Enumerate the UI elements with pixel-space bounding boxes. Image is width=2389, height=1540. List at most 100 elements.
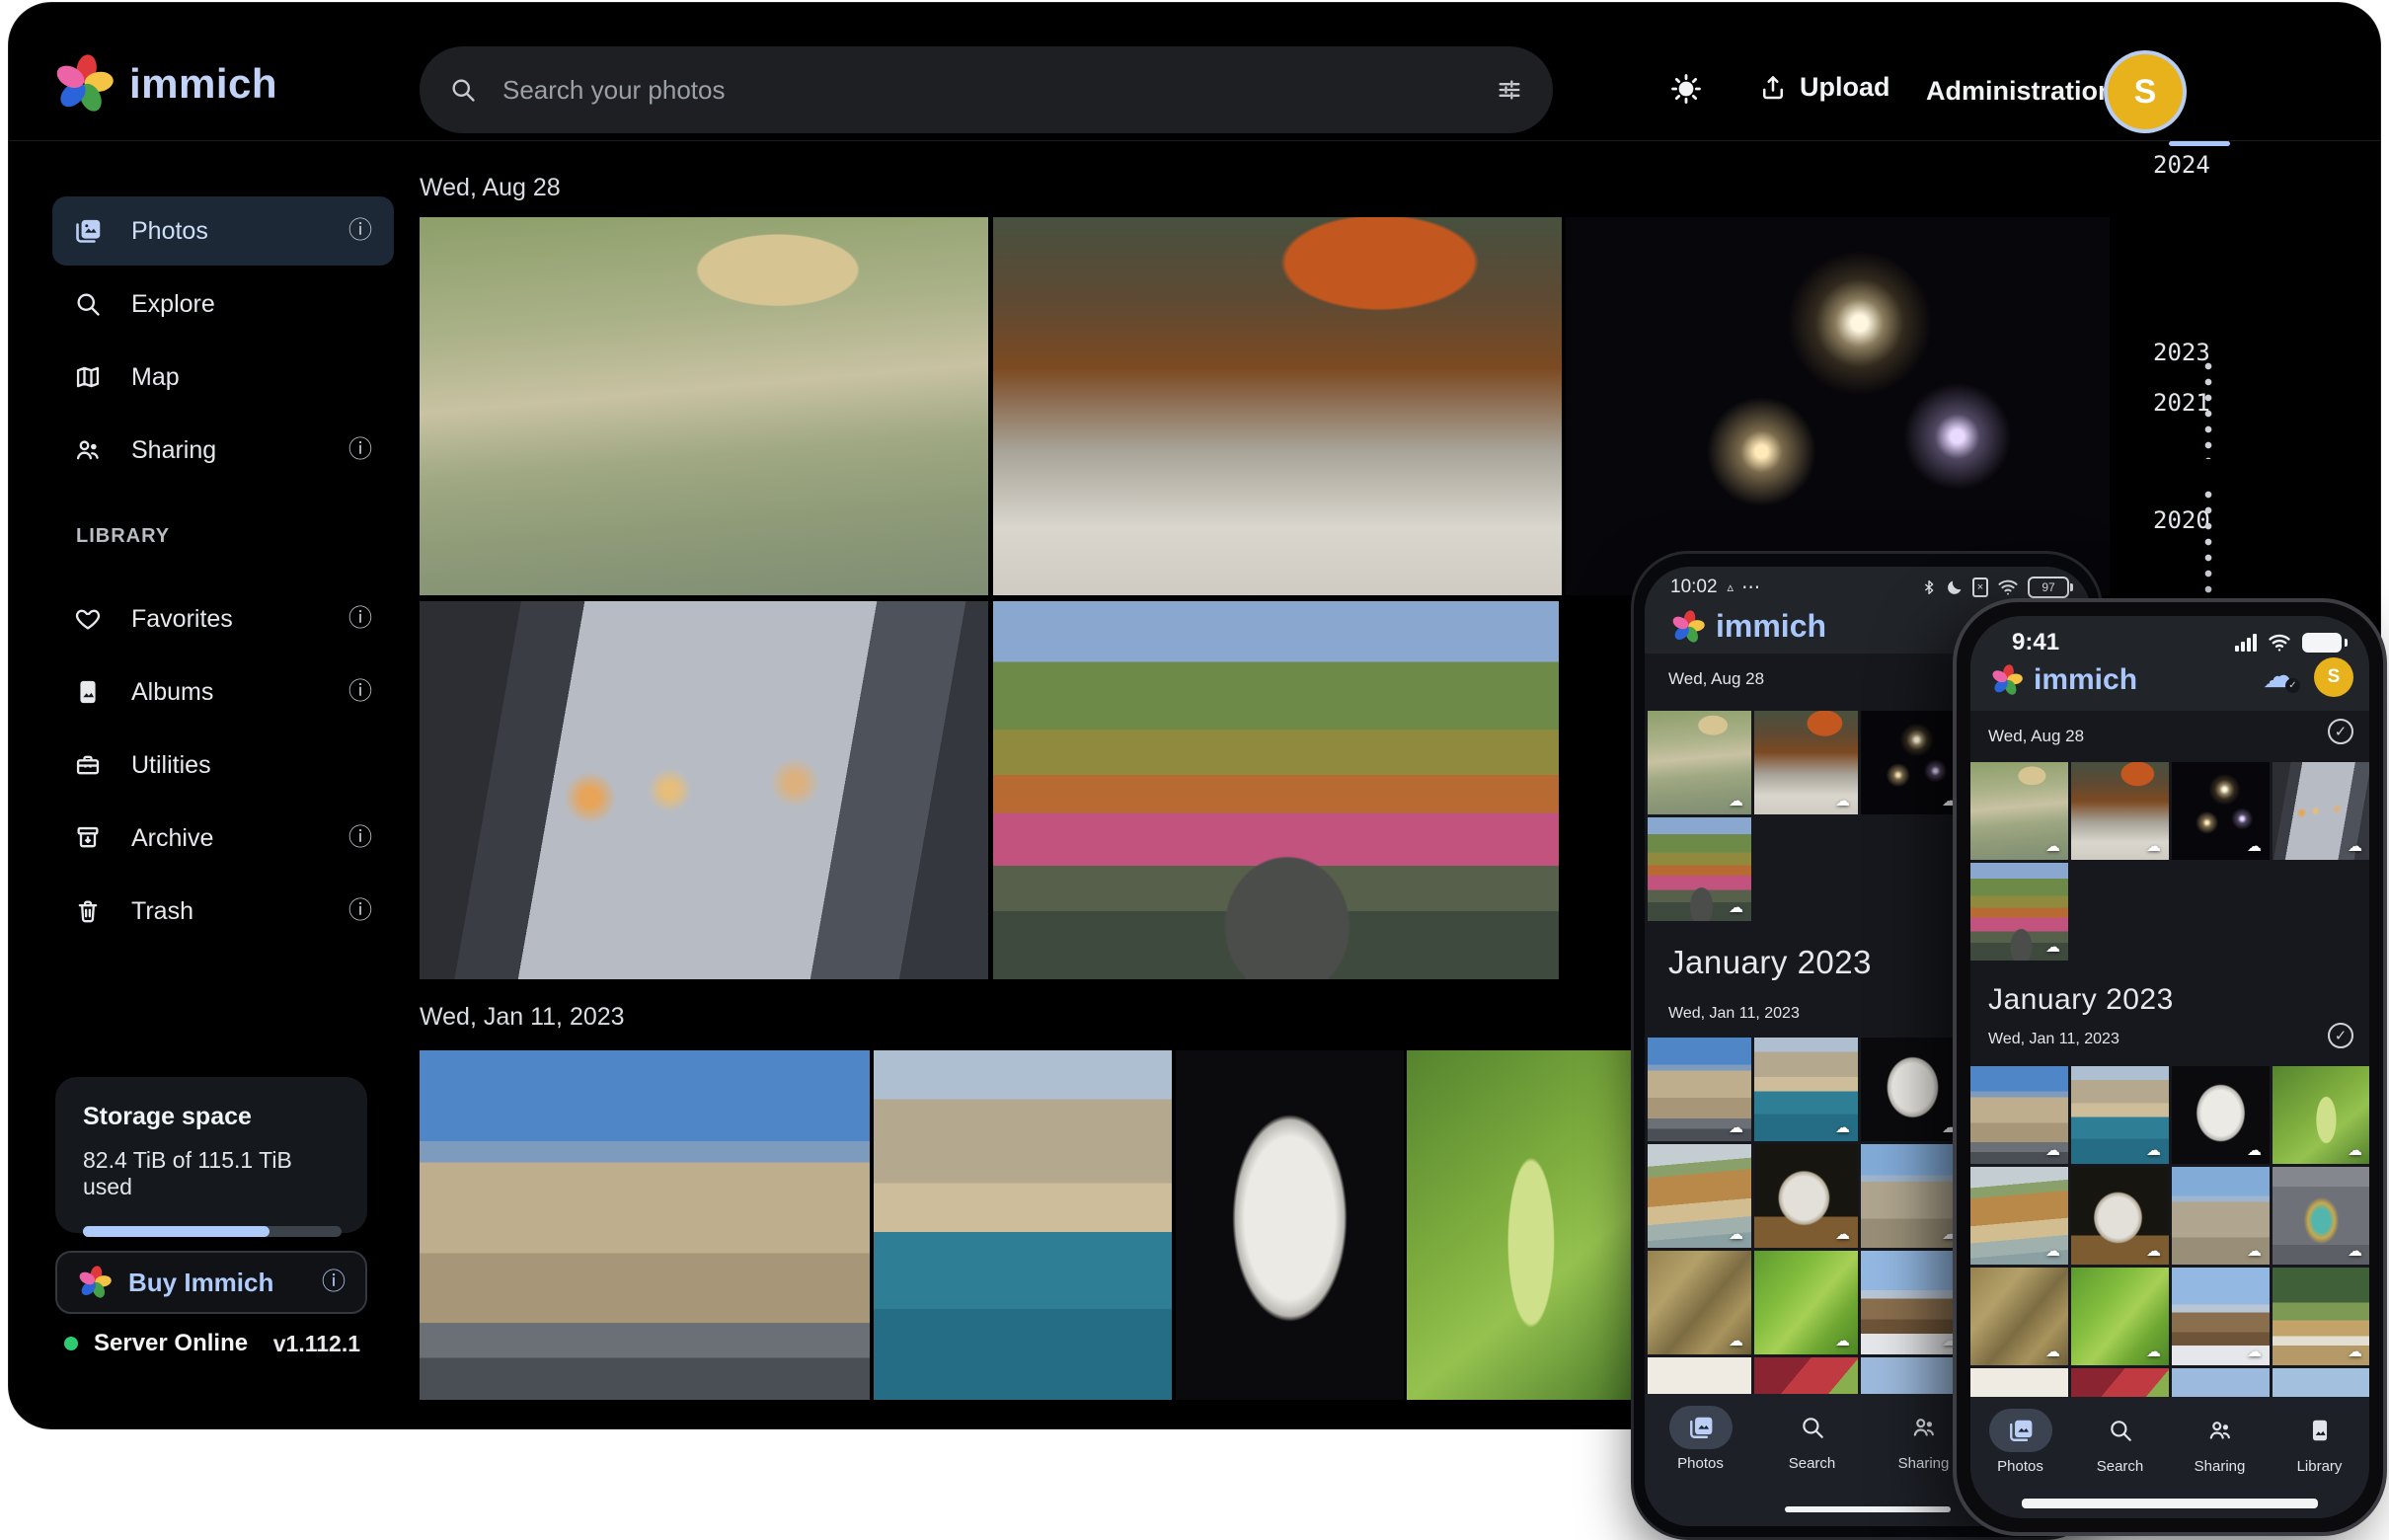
nav-photos[interactable]: Photos	[1669, 1394, 1733, 1472]
month-header: January 2023	[1668, 944, 1872, 981]
photo-winter-church[interactable]: ☁	[1861, 1251, 1965, 1354]
photo-garden-path[interactable]	[993, 601, 1559, 979]
photo-holding-hands[interactable]	[420, 601, 988, 979]
nav-sharing[interactable]: Sharing	[2189, 1397, 2252, 1475]
photo-monkeys[interactable]: ☁	[1970, 762, 2068, 860]
timeline-year[interactable]: 2024	[2153, 151, 2210, 179]
wifi-icon	[2267, 633, 2292, 653]
photo-monkeys[interactable]: ☁	[1648, 711, 1751, 814]
nav-photos[interactable]: Photos	[1989, 1397, 2052, 1475]
select-day-check-icon[interactable]: ✓	[2328, 1023, 2353, 1048]
sidebar-label: Albums	[131, 678, 319, 707]
cloud-icon: ☁	[2045, 1244, 2060, 1259]
sidebar-item-explore[interactable]: Explore	[52, 270, 394, 339]
photo-holding-hands[interactable]: ☁	[2273, 762, 2369, 860]
sidebar-item-photos[interactable]: Photos ⓘ	[52, 196, 394, 266]
backup-cloud-button[interactable]: ☁✓	[2261, 661, 2298, 691]
photo-lizard-moss[interactable]: ☁	[1754, 1251, 1858, 1354]
immich-logo[interactable]: immich	[52, 52, 277, 116]
date-group-header: Wed, Jan 11, 2023	[1668, 1005, 1800, 1023]
photo-coastal-town[interactable]	[874, 1050, 1172, 1400]
photo-coastal-town[interactable]: ☁	[2071, 1066, 2169, 1164]
photo-sea-grapes[interactable]	[1407, 1050, 1633, 1400]
photo-coastal-town[interactable]: ☁	[1754, 1038, 1858, 1141]
sidebar-item-utilities[interactable]: Utilities	[52, 731, 394, 800]
nav-library[interactable]: Library	[2288, 1397, 2351, 1475]
photo-lizard-moss[interactable]: ☁	[2071, 1268, 2169, 1365]
photo-dinner-table[interactable]: ☁	[1754, 711, 1858, 814]
sidebar-label: Explore	[131, 290, 372, 319]
android-immich-logo: immich	[1670, 608, 1826, 645]
info-icon[interactable]: ⓘ	[348, 680, 372, 704]
info-icon[interactable]: ⓘ	[348, 607, 372, 631]
cloud-icon: ☁	[2045, 940, 2060, 955]
timeline-position-indicator	[2169, 141, 2230, 146]
sidebar-item-archive[interactable]: Archive ⓘ	[52, 804, 394, 873]
server-status-label: Server Online	[94, 1330, 258, 1357]
bluetooth-icon	[1921, 578, 1937, 597]
photo-stone-carving[interactable]: ☁	[2071, 1167, 2169, 1265]
upload-button[interactable]: Upload	[1758, 72, 1890, 103]
photo-winter-church[interactable]: ☁	[2172, 1268, 2270, 1365]
cloud-icon: ☁	[2247, 839, 2262, 854]
photo-marble-bust[interactable]: ☁	[2172, 1066, 2270, 1164]
administration-link[interactable]: Administration	[1926, 76, 2115, 107]
storage-progress-fill	[83, 1226, 270, 1237]
search-filter-button[interactable]	[1496, 76, 1523, 104]
photo-garden-path[interactable]: ☁	[1970, 863, 2068, 961]
sidebar-item-trash[interactable]: Trash ⓘ	[52, 877, 394, 946]
photo-fortress-ruins[interactable]: ☁	[1861, 1144, 1965, 1248]
iphone-photo-grid: ☁ ☁ ☁ ☁ ☁	[1970, 762, 2369, 961]
photo-cliff-beach[interactable]: ☁	[1970, 1167, 2068, 1265]
photo-monkeys[interactable]	[420, 217, 988, 595]
photo-cliff-beach[interactable]: ☁	[1648, 1144, 1751, 1248]
search-icon	[449, 76, 477, 104]
photo-marble-bust[interactable]	[1176, 1050, 1404, 1400]
nav-search[interactable]: Search	[1781, 1394, 1844, 1472]
date-group-header: Wed, Aug 28	[1988, 727, 2084, 746]
storage-card: Storage space 82.4 TiB of 115.1 TiB used	[55, 1077, 367, 1233]
info-icon[interactable]: ⓘ	[348, 899, 372, 923]
cloud-icon: ☁	[2348, 1244, 2362, 1259]
sidebar-item-albums[interactable]: Albums ⓘ	[52, 657, 394, 727]
search-input[interactable]	[502, 75, 1470, 106]
sidebar-item-sharing[interactable]: Sharing ⓘ	[52, 416, 394, 485]
photo-centerpiece[interactable]: ☁	[2273, 1167, 2369, 1265]
nav-label: Sharing	[1898, 1455, 1950, 1472]
photo-lizard-ground[interactable]: ☁	[1970, 1268, 2068, 1365]
month-header: January 2023	[1988, 983, 2174, 1017]
home-indicator[interactable]	[1785, 1506, 1951, 1512]
cloud-icon: ☁	[1729, 794, 1743, 808]
photo-fortress[interactable]: ☁	[1648, 1038, 1751, 1141]
photo-fortress[interactable]	[420, 1050, 870, 1400]
select-day-check-icon[interactable]: ✓	[2328, 719, 2353, 744]
photo-lizard-ground[interactable]: ☁	[1648, 1251, 1751, 1354]
nav-sharing[interactable]: Sharing	[1892, 1394, 1956, 1472]
user-avatar[interactable]: S	[2314, 657, 2353, 697]
info-icon[interactable]: ⓘ	[322, 1270, 346, 1294]
photo-fireworks[interactable]: ☁	[1861, 711, 1965, 814]
home-indicator[interactable]	[2022, 1499, 2318, 1508]
photo-alpine-farm[interactable]: ☁	[2273, 1268, 2369, 1365]
photo-dinner-table[interactable]: ☁	[2071, 762, 2169, 860]
photo-dinner-table[interactable]	[993, 217, 1562, 595]
photo-fireworks[interactable]: ☁	[2172, 762, 2270, 860]
buy-immich-button[interactable]: Buy Immich ⓘ	[55, 1251, 367, 1314]
info-icon[interactable]: ⓘ	[348, 219, 372, 243]
photo-garden-path[interactable]: ☁	[1648, 817, 1751, 921]
photo-fortress-ruins[interactable]: ☁	[2172, 1167, 2270, 1265]
nav-search[interactable]: Search	[2089, 1397, 2152, 1475]
info-icon[interactable]: ⓘ	[348, 826, 372, 850]
photo-fortress[interactable]: ☁	[1970, 1066, 2068, 1164]
search-bar[interactable]	[420, 46, 1553, 133]
photo-sea-grapes[interactable]: ☁	[2273, 1066, 2369, 1164]
photo-marble-bust[interactable]: ☁	[1861, 1038, 1965, 1141]
photo-stone-carving[interactable]: ☁	[1754, 1144, 1858, 1248]
iphone-status-bar: 9:41	[2012, 628, 2342, 657]
sidebar-item-map[interactable]: Map	[52, 343, 394, 412]
theme-toggle-button[interactable]	[1669, 72, 1703, 106]
photo-fireworks[interactable]	[1566, 217, 2110, 595]
info-icon[interactable]: ⓘ	[348, 438, 372, 462]
sidebar-item-favorites[interactable]: Favorites ⓘ	[52, 584, 394, 654]
battery-icon: 97	[2028, 577, 2069, 598]
